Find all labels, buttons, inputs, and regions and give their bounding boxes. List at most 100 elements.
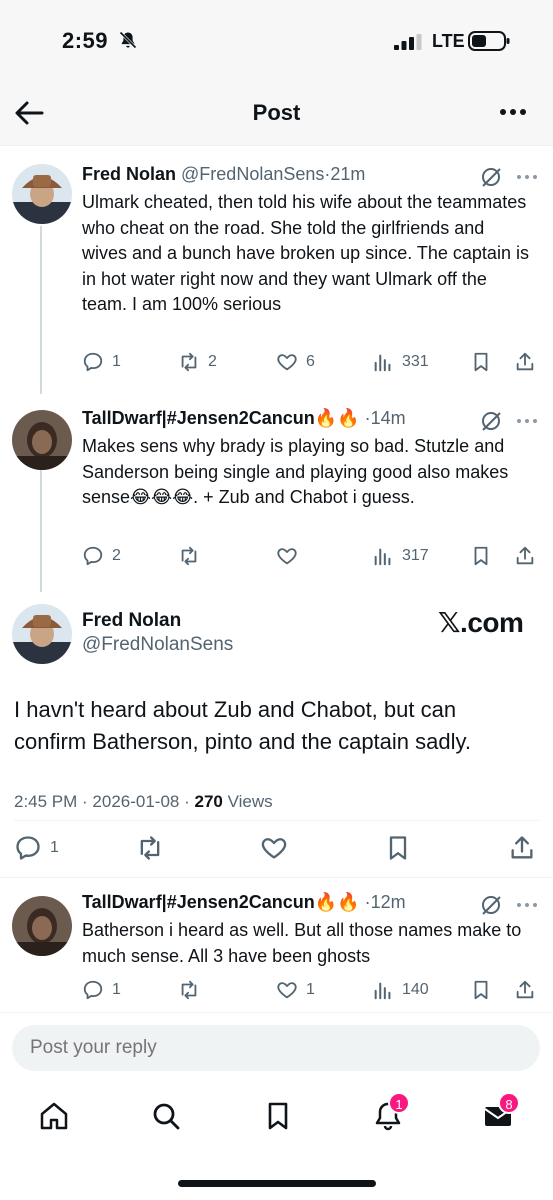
tweet-actions: 1 xyxy=(14,834,539,862)
reply-count: 2 xyxy=(112,547,121,564)
tab-home[interactable] xyxy=(38,1100,74,1136)
like-button[interactable]: 6 xyxy=(276,348,315,376)
repost-count: 2 xyxy=(208,353,217,370)
tweet-text: Batherson i heard as well. But all those… xyxy=(82,920,522,966)
network-label: LTE xyxy=(432,31,465,51)
display-name[interactable]: Fred Nolan xyxy=(82,164,176,184)
bookmark-button[interactable] xyxy=(470,976,492,1004)
display-name[interactable]: TallDwarf|#Jensen2Cancun🔥🔥 xyxy=(82,408,360,428)
avatar[interactable] xyxy=(12,410,72,470)
views-count: 331 xyxy=(402,353,429,370)
grok-icon[interactable] xyxy=(480,410,502,432)
reply-button[interactable]: 1 xyxy=(82,976,121,1004)
home-indicator[interactable] xyxy=(178,1180,376,1187)
tab-search[interactable] xyxy=(150,1100,186,1136)
reply-tweet[interactable]: TallDwarf|#Jensen2Cancun🔥🔥 ·14m Makes se… xyxy=(0,392,553,592)
post-time: 14m xyxy=(370,408,406,428)
repost-button[interactable] xyxy=(178,976,208,1004)
reply-tweet[interactable]: Fred Nolan @FredNolanSens·21m Ulmark che… xyxy=(0,146,553,390)
tab-messages[interactable]: 8 xyxy=(482,1092,520,1136)
tweet-actions: 1 1 140 xyxy=(82,976,542,1004)
post-time: 21m xyxy=(330,164,366,184)
reply-composer xyxy=(0,1012,553,1086)
more-options-icon[interactable] xyxy=(516,901,538,909)
repost-button[interactable]: 2 xyxy=(178,348,217,376)
share-button[interactable] xyxy=(508,834,536,862)
like-button[interactable] xyxy=(276,542,306,570)
repost-button[interactable] xyxy=(178,542,208,570)
share-button[interactable] xyxy=(514,542,536,570)
post-header: Post xyxy=(0,80,553,146)
reply-button[interactable]: 2 xyxy=(82,542,121,570)
post-time: 12m xyxy=(370,892,406,912)
reply-icon xyxy=(83,546,103,566)
tab-notifications[interactable]: 1 xyxy=(372,1092,410,1136)
tab-bookmarks[interactable] xyxy=(262,1100,298,1136)
battery-icon xyxy=(468,31,510,51)
like-button[interactable]: 1 xyxy=(276,976,315,1004)
tweet-header: TallDwarf|#Jensen2Cancun🔥🔥 ·12m xyxy=(82,892,406,913)
grok-icon[interactable] xyxy=(480,166,502,188)
bookmark-button[interactable] xyxy=(470,542,492,570)
repost-icon xyxy=(181,980,197,1000)
reply-icon xyxy=(83,352,103,372)
status-bar: 2:59 LTE xyxy=(0,0,553,80)
views-count[interactable]: 270 xyxy=(194,792,222,811)
signal-icon xyxy=(394,34,422,50)
user-handle: @FredNolanSens xyxy=(181,164,325,184)
bookmark-icon xyxy=(474,980,488,1000)
heart-icon xyxy=(277,354,297,371)
avatar[interactable] xyxy=(12,604,72,664)
share-icon xyxy=(516,546,534,565)
avatar[interactable] xyxy=(12,164,72,224)
bookmark-button[interactable] xyxy=(384,834,412,862)
views-count: 317 xyxy=(402,547,429,564)
user-handle[interactable]: @FredNolanSens xyxy=(82,634,233,656)
share-button[interactable] xyxy=(514,976,536,1004)
share-icon xyxy=(516,352,534,371)
like-button[interactable] xyxy=(260,834,288,862)
tweet-text: Ulmark cheated, then told his wife about… xyxy=(82,192,529,314)
grok-icon[interactable] xyxy=(480,894,502,916)
more-options-icon[interactable] xyxy=(498,102,528,122)
share-button[interactable] xyxy=(514,348,536,376)
home-icon xyxy=(40,1102,68,1130)
repost-button[interactable] xyxy=(136,834,164,862)
share-icon xyxy=(516,980,534,999)
more-options-icon[interactable] xyxy=(516,417,538,425)
reply-count: 1 xyxy=(50,839,59,856)
repost-icon xyxy=(181,352,197,372)
messages-badge: 8 xyxy=(498,1092,520,1114)
display-name[interactable]: TallDwarf|#Jensen2Cancun🔥🔥 xyxy=(82,892,360,912)
display-name[interactable]: Fred Nolan xyxy=(82,610,181,632)
more-options-icon[interactable] xyxy=(516,173,538,181)
heart-icon xyxy=(277,982,297,999)
bookmark-icon xyxy=(474,352,488,372)
reply-icon xyxy=(16,836,40,860)
divider xyxy=(14,820,539,821)
notifications-badge: 1 xyxy=(388,1092,410,1114)
views-button[interactable]: 317 xyxy=(372,542,429,570)
repost-icon xyxy=(181,546,197,566)
share-icon xyxy=(511,836,533,859)
bookmark-button[interactable] xyxy=(470,348,492,376)
views-button[interactable]: 331 xyxy=(372,348,429,376)
reply-button[interactable]: 1 xyxy=(82,348,121,376)
like-count: 6 xyxy=(306,353,315,370)
reply-button[interactable]: 1 xyxy=(14,834,59,862)
xcom-watermark: 𝕏.com xyxy=(438,607,524,638)
reply-icon xyxy=(83,980,103,1000)
page-title: Post xyxy=(252,100,301,125)
reply-tweet[interactable]: TallDwarf|#Jensen2Cancun🔥🔥 ·12m Batherso… xyxy=(0,878,553,1012)
avatar[interactable] xyxy=(12,896,72,956)
like-count: 1 xyxy=(306,981,315,998)
bookmark-icon xyxy=(389,836,407,860)
heart-icon xyxy=(277,548,297,565)
views-button[interactable]: 140 xyxy=(372,976,429,1004)
views-icon xyxy=(374,548,391,566)
reply-input[interactable] xyxy=(12,1025,540,1071)
bookmark-icon xyxy=(474,546,488,566)
views-icon xyxy=(374,982,391,1000)
tweet-actions: 1 2 6 331 xyxy=(82,348,542,376)
tweet-text: I havn't heard about Zub and Chabot, but… xyxy=(14,697,471,754)
